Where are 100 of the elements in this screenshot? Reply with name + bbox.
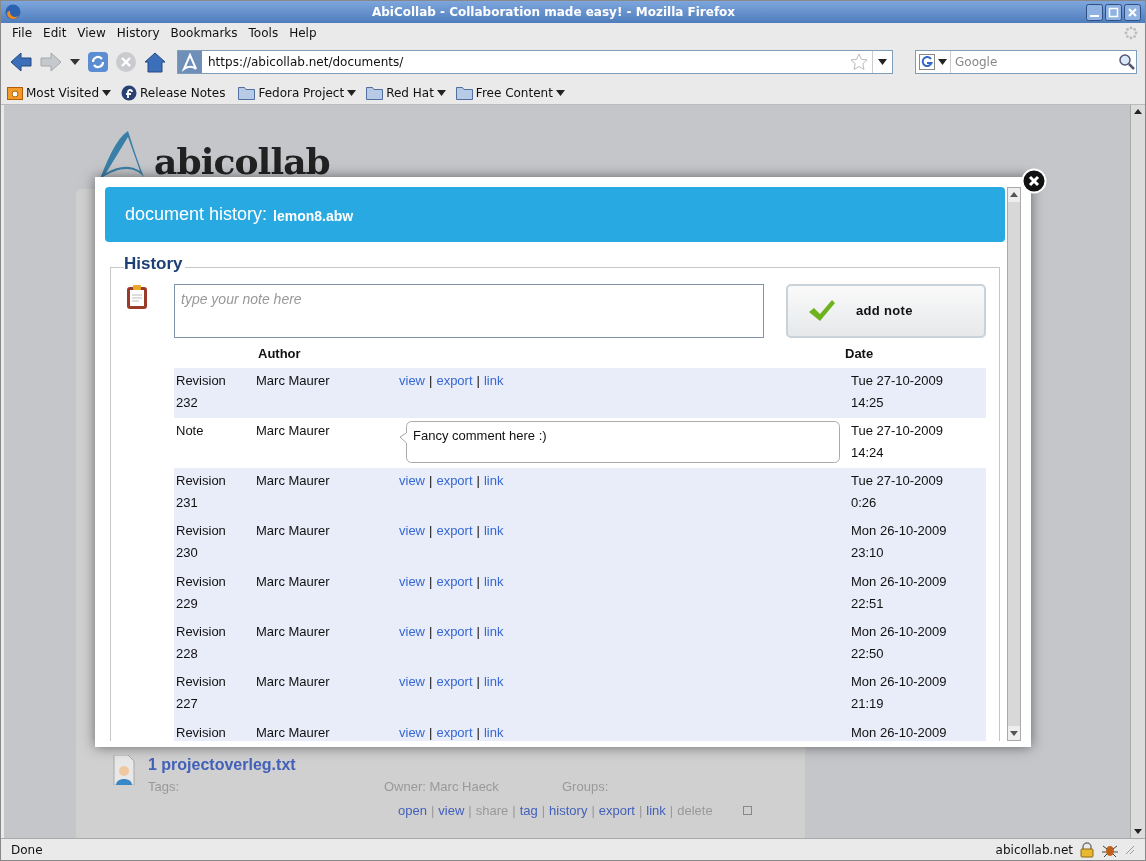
document-filename: lemon8.abw [273, 206, 354, 226]
maximize-icon[interactable] [1105, 3, 1122, 21]
revision-link[interactable]: view [399, 520, 425, 543]
author-text: Marc Maurer [256, 522, 331, 541]
minimize-icon[interactable] [1086, 3, 1103, 21]
bookmark-item[interactable]: Most Visited [7, 83, 112, 102]
address-bar[interactable]: https://abicollab.net/documents/ [177, 50, 893, 74]
menu-item[interactable]: Edit [38, 24, 72, 42]
link-separator: | [475, 623, 481, 641]
link-separator: | [428, 522, 434, 541]
menu-item[interactable]: Bookmarks [165, 24, 243, 42]
revision-link[interactable]: link [483, 520, 504, 543]
home-icon[interactable] [143, 51, 167, 73]
site-host-text: abicollab.net [995, 841, 1073, 859]
bookmark-item[interactable]: Fedora Project [238, 83, 357, 102]
menu-item[interactable]: Help [284, 24, 322, 42]
bookmark-item[interactable]: Free Content [455, 83, 565, 102]
link-separator: | [590, 801, 596, 820]
close-icon[interactable] [1124, 3, 1141, 21]
time-text: 0:26 [851, 494, 878, 513]
bookmark-label: Fedora Project [258, 84, 345, 102]
revision-link[interactable]: link [483, 570, 504, 593]
back-arrow-icon[interactable] [9, 51, 33, 73]
note-bubble: Fancy comment here :) [399, 420, 839, 463]
row-type-text: Revision [176, 522, 227, 541]
revision-link[interactable]: link [483, 671, 504, 694]
author-text: Marc Maurer [256, 673, 331, 692]
search-field[interactable]: Google [915, 50, 1137, 74]
time-text: 14:24 [851, 443, 885, 462]
revision-link[interactable]: export [436, 621, 473, 643]
document-title[interactable]: 1 projectoverleg.txt [148, 755, 752, 775]
search-icon[interactable] [1118, 53, 1136, 71]
scroll-up-icon[interactable] [1008, 188, 1020, 202]
action-link[interactable]: tag [519, 800, 538, 820]
menu-item[interactable]: Tools [243, 24, 284, 42]
revision-link[interactable]: export [436, 671, 473, 694]
revision-link[interactable]: view [399, 621, 425, 643]
reload-icon[interactable] [87, 51, 109, 73]
time-text: 21:19 [851, 695, 885, 714]
date-text: Tue 27-10-2009 [851, 371, 944, 390]
link-separator: | [475, 673, 481, 692]
select-checkbox[interactable] [742, 805, 752, 815]
bookmark-label: Release Notes [140, 84, 226, 102]
revision-link[interactable]: link [483, 470, 504, 493]
bookmark-item[interactable]: Release Notes [121, 83, 229, 102]
column-header: Date [845, 345, 874, 363]
revision-link[interactable]: link [483, 721, 504, 741]
revision-link[interactable]: view [399, 470, 425, 493]
link-separator: | [428, 472, 434, 491]
link-separator: | [637, 801, 644, 820]
revision-link[interactable]: export [436, 470, 473, 493]
search-input[interactable]: Google [951, 53, 1118, 71]
revision-link[interactable]: link [483, 369, 504, 392]
revision-link[interactable]: link [483, 621, 504, 643]
add-note-button[interactable]: add note [786, 284, 986, 338]
author-text: Marc Maurer [256, 723, 331, 741]
link-separator: | [511, 801, 517, 820]
bookmark-item[interactable]: Red Hat [366, 83, 446, 102]
author-text: Marc Maurer [256, 371, 331, 390]
action-link[interactable]: link [646, 800, 666, 820]
link-separator: | [428, 623, 434, 641]
firefox-logo-icon [5, 4, 21, 20]
window-title: AbiCollab - Collaboration made easy! - Mozilla Firefox [370, 4, 737, 21]
revision-number: 230 [176, 544, 199, 563]
link-separator: | [668, 801, 675, 820]
link-separator: | [467, 801, 473, 820]
revision-link[interactable]: view [399, 570, 425, 593]
revision-link[interactable]: export [436, 721, 473, 741]
revision-link[interactable]: export [436, 570, 473, 593]
page-scrollbar[interactable] [1130, 105, 1145, 838]
revision-link[interactable]: view [399, 721, 425, 741]
star-icon[interactable] [850, 53, 868, 71]
bookmark-label: Free Content [475, 84, 553, 102]
time-text: 23:10 [851, 544, 885, 563]
row-type-text: Revision [176, 623, 227, 641]
menu-item[interactable]: View [72, 24, 111, 42]
folder-icon [455, 85, 473, 100]
history-dropdown-icon[interactable] [69, 58, 81, 66]
search-engine-button[interactable] [916, 51, 951, 73]
revision-link[interactable]: export [436, 520, 473, 543]
revision-link[interactable]: view [399, 369, 425, 392]
note-input[interactable]: type your note here [174, 284, 764, 338]
row-type-text: Revision [176, 723, 227, 741]
action-link[interactable]: export [598, 800, 635, 820]
row-type-text: Revision [176, 673, 227, 692]
action-link[interactable]: view [438, 800, 465, 820]
padlock-icon [1079, 841, 1095, 858]
revision-link[interactable]: view [399, 671, 425, 694]
author-text: Marc Maurer [256, 572, 331, 591]
time-text: 22:50 [851, 645, 885, 663]
action-link[interactable]: open [398, 800, 427, 820]
row-type-text: Revision [176, 572, 227, 591]
resize-grip-icon[interactable] [1125, 844, 1135, 855]
action-link[interactable]: history [549, 800, 588, 820]
menu-item[interactable]: History [111, 24, 165, 42]
row-type-text: Note [176, 421, 205, 440]
scroll-down-icon[interactable] [1008, 726, 1020, 740]
dialog-scrollbar[interactable] [1007, 187, 1021, 741]
revision-link[interactable]: export [436, 369, 473, 392]
menu-item[interactable]: File [7, 24, 38, 42]
